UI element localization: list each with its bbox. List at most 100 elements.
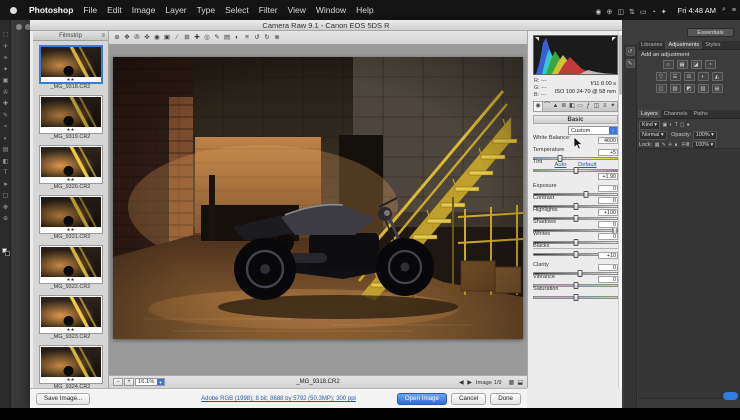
ps-tool-2[interactable]: ✛: [0, 42, 11, 54]
filmstrip-menu-icon[interactable]: ≡: [101, 31, 105, 41]
camera-calibration-tab-icon[interactable]: ◫: [592, 102, 600, 111]
targeted-adjustment-tool-icon[interactable]: ◉: [153, 32, 161, 43]
ps-tool-10[interactable]: ◐: [0, 134, 11, 146]
slider-value[interactable]: +10: [598, 252, 618, 259]
red-eye-tool-icon[interactable]: ◎: [203, 32, 211, 43]
menu-view[interactable]: View: [283, 5, 311, 15]
histogram[interactable]: [533, 35, 618, 75]
filter-kind-select[interactable]: Kind ▾: [639, 121, 661, 130]
ps-tool-16[interactable]: ✥: [0, 203, 11, 215]
grid-toggle-icon[interactable]: ▦: [509, 380, 515, 386]
done-button[interactable]: Done: [490, 393, 521, 406]
ps-tool-3[interactable]: ⌯: [0, 53, 11, 65]
filter-shape-icon[interactable]: ▢: [680, 122, 685, 128]
preferences-tool-icon[interactable]: ≡: [243, 32, 251, 43]
black-white-icon[interactable]: ◐: [697, 72, 709, 81]
menu-file[interactable]: File: [78, 5, 102, 15]
split-toning-tab-icon[interactable]: ◧: [568, 102, 576, 111]
menubar-status-icon-7[interactable]: ✦: [661, 9, 667, 16]
menu-window[interactable]: Window: [311, 5, 351, 15]
threshold-icon[interactable]: ▤: [711, 84, 723, 93]
slider-value[interactable]: 0: [598, 185, 618, 192]
menu-select[interactable]: Select: [220, 5, 254, 15]
menubar-status-icon-3[interactable]: ◫: [617, 9, 624, 16]
slider-value[interactable]: +5: [598, 149, 618, 156]
filmstrip-thumbnail[interactable]: ★★ _MG_9323.CR2: [38, 295, 103, 341]
ps-tool-9[interactable]: ≈: [0, 122, 11, 134]
ps-tool-5[interactable]: ▣: [0, 76, 11, 88]
filmstrip-thumbnail[interactable]: ★★ _MG_9319.CR2: [38, 95, 103, 141]
tone-curve-tab-icon[interactable]: ⌒: [543, 102, 551, 111]
tab-adjustments[interactable]: Adjustments: [665, 41, 703, 49]
filmstrip-thumbnail[interactable]: ★★ _MG_9324.CR2: [38, 345, 103, 391]
filmstrip-thumbnail[interactable]: ★★ _MG_9320.CR2: [38, 145, 103, 191]
ps-tool-4[interactable]: ✦: [0, 65, 11, 77]
brightness-contrast-icon[interactable]: ☼: [662, 60, 674, 69]
delete-toggle-tool-icon[interactable]: ⊗: [273, 32, 281, 43]
hand-tool-icon[interactable]: ✥: [123, 32, 131, 43]
tab-layers[interactable]: Layers: [638, 110, 661, 118]
menu-edit[interactable]: Edit: [102, 5, 127, 15]
vibrance-icon[interactable]: ▽: [655, 72, 667, 81]
slider-value[interactable]: 0: [598, 197, 618, 204]
slider-knob[interactable]: [573, 294, 578, 301]
window-close-button[interactable]: [16, 24, 22, 30]
adjustment-brush-tool-icon[interactable]: ✎: [213, 32, 221, 43]
filter-image-icon[interactable]: ▣: [663, 122, 668, 128]
rotate-left-tool-icon[interactable]: ↺: [253, 32, 261, 43]
slider-value[interactable]: 0: [598, 276, 618, 283]
menu-photoshop[interactable]: Photoshop: [24, 5, 78, 15]
white-balance-select[interactable]: Custom ↕: [568, 126, 618, 135]
highlight-clipping-icon[interactable]: [612, 37, 616, 41]
menubar-status-icon-4[interactable]: ⇅: [629, 9, 635, 16]
presets-tab-icon[interactable]: ≡: [601, 102, 609, 111]
menu-image[interactable]: Image: [127, 5, 161, 15]
tab-paths[interactable]: Paths: [690, 110, 710, 118]
fullscreen-toggle-icon[interactable]: ⬓: [517, 380, 523, 386]
color-lookup-icon[interactable]: ▧: [669, 84, 681, 93]
spotlight-icon[interactable]: ⌕: [722, 6, 726, 14]
ps-tool-12[interactable]: ◧: [0, 157, 11, 169]
tab-styles[interactable]: Styles: [702, 41, 723, 49]
menu-help[interactable]: Help: [351, 5, 378, 15]
photo-canvas[interactable]: [113, 57, 524, 339]
hue-saturation-icon[interactable]: ☰: [669, 72, 681, 81]
slider-value[interactable]: +1.90: [598, 173, 618, 180]
menu-layer[interactable]: Layer: [160, 5, 191, 15]
ps-tool-13[interactable]: T: [0, 168, 11, 180]
next-image-button[interactable]: ▶: [467, 380, 471, 386]
blend-mode-select[interactable]: Normal ▾: [639, 131, 667, 140]
slider-value[interactable]: 0: [598, 233, 618, 240]
shadow-clipping-icon[interactable]: [535, 37, 539, 41]
filter-smart-object-icon[interactable]: ●: [687, 122, 690, 128]
slider-track[interactable]: [533, 294, 618, 301]
menu-type[interactable]: Type: [192, 5, 220, 15]
tab-libraries[interactable]: Libraries: [638, 41, 665, 49]
slider-value[interactable]: 4600: [598, 137, 618, 144]
snapshots-tab-icon[interactable]: ✦: [609, 102, 617, 111]
slider-value[interactable]: 0: [598, 221, 618, 228]
slider-value[interactable]: +100: [598, 209, 618, 216]
menubar-status-icon-2[interactable]: ⊕: [607, 9, 613, 16]
basic-tab-icon[interactable]: ◉: [534, 102, 544, 111]
ps-tool-6[interactable]: ✇: [0, 88, 11, 100]
menu-filter[interactable]: Filter: [254, 5, 283, 15]
exposure-icon[interactable]: ◔: [704, 60, 716, 69]
open-image-button[interactable]: Open Image: [396, 393, 447, 406]
graduated-filter-tool-icon[interactable]: ▤: [223, 32, 231, 43]
spot-removal-tool-icon[interactable]: ✚: [193, 32, 201, 43]
rotate-right-tool-icon[interactable]: ↻: [263, 32, 271, 43]
slider-track[interactable]: [533, 167, 618, 174]
history-panel-icon[interactable]: ↺: [625, 47, 635, 56]
lens-corrections-tab-icon[interactable]: ▭: [576, 102, 584, 111]
ps-tool-7[interactable]: ✚: [0, 99, 11, 111]
ps-tool-14[interactable]: ➤: [0, 180, 11, 192]
previous-image-button[interactable]: ◀: [459, 380, 463, 386]
notification-center-icon[interactable]: ≡: [732, 7, 736, 14]
crop-tool-icon[interactable]: ▣: [163, 32, 171, 43]
posterize-icon[interactable]: ▨: [697, 84, 709, 93]
ps-tool-17[interactable]: ⊕: [0, 214, 11, 226]
hsl-tab-icon[interactable]: ≣: [560, 102, 568, 111]
channel-mixer-icon[interactable]: ◫: [655, 84, 667, 93]
layers-list[interactable]: [638, 148, 740, 398]
